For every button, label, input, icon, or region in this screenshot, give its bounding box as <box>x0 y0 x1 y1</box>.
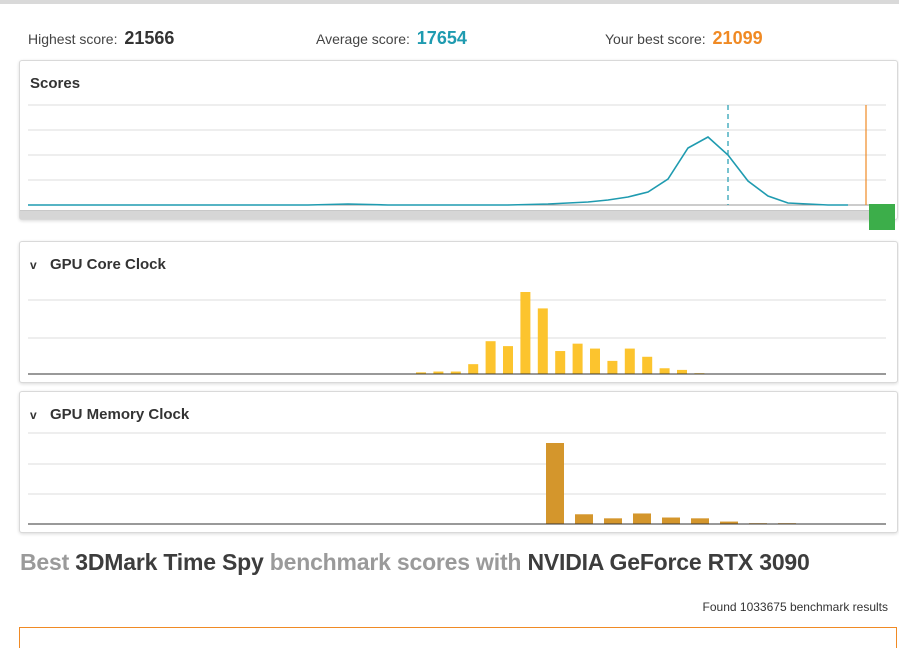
your-best-score-label: Your best score: <box>605 31 706 47</box>
results-count: Found 1033675 benchmark results <box>702 600 888 614</box>
core-clock-bar <box>659 368 670 374</box>
highest-score-value: 21566 <box>124 28 175 48</box>
core-clock-bar <box>642 356 653 374</box>
highest-score-label: Highest score: <box>28 31 118 47</box>
gpu-core-clock-chart <box>28 292 886 375</box>
memory-clock-bar <box>662 517 680 524</box>
memory-clock-bar <box>546 443 564 524</box>
memory-clock-bar <box>575 514 593 524</box>
your-best-score-value: 21099 <box>712 28 763 48</box>
highest-score: Highest score: 21566 <box>28 28 174 49</box>
heading-benchmark: 3DMark Time Spy <box>75 549 264 575</box>
core-clock-bar <box>607 360 618 374</box>
core-clock-bar <box>624 348 635 374</box>
memory-clock-bar <box>633 513 651 524</box>
score-range-track[interactable] <box>20 210 873 219</box>
memory-clock-bar <box>691 518 709 524</box>
core-clock-bar <box>555 351 566 374</box>
scores-panel: Scores <box>19 60 898 220</box>
average-score: Average score: 17654 <box>316 28 467 49</box>
results-list <box>19 627 897 648</box>
score-range-handle[interactable] <box>869 204 895 230</box>
heading-gpu: NVIDIA GeForce RTX 3090 <box>527 549 810 575</box>
scores-chart <box>28 104 886 206</box>
scores-series-line <box>28 136 848 206</box>
core-clock-bar <box>572 343 583 374</box>
your-best-score: Your best score: 21099 <box>605 28 763 49</box>
gpu-memory-clock-panel: v GPU Memory Clock <box>19 391 898 533</box>
core-clock-bar <box>520 292 531 374</box>
page-heading: Best 3DMark Time Spy benchmark scores wi… <box>20 549 810 576</box>
score-summary: Highest score: 21566 Average score: 1765… <box>0 28 899 54</box>
core-clock-bar <box>677 369 687 374</box>
core-clock-bar <box>503 346 513 374</box>
heading-best: Best <box>20 549 70 575</box>
average-score-value: 17654 <box>416 28 467 48</box>
core-clock-bar <box>590 348 600 374</box>
gpu-core-clock-panel: v GPU Core Clock <box>19 241 898 383</box>
gpu-memory-clock-chart <box>28 432 886 525</box>
core-clock-bar <box>537 308 548 374</box>
heading-connector: benchmark scores with <box>269 549 522 575</box>
core-clock-bar <box>485 341 496 374</box>
memory-clock-bar <box>604 518 622 524</box>
core-clock-bar <box>468 364 479 374</box>
top-border <box>0 0 899 4</box>
average-score-label: Average score: <box>316 31 410 47</box>
